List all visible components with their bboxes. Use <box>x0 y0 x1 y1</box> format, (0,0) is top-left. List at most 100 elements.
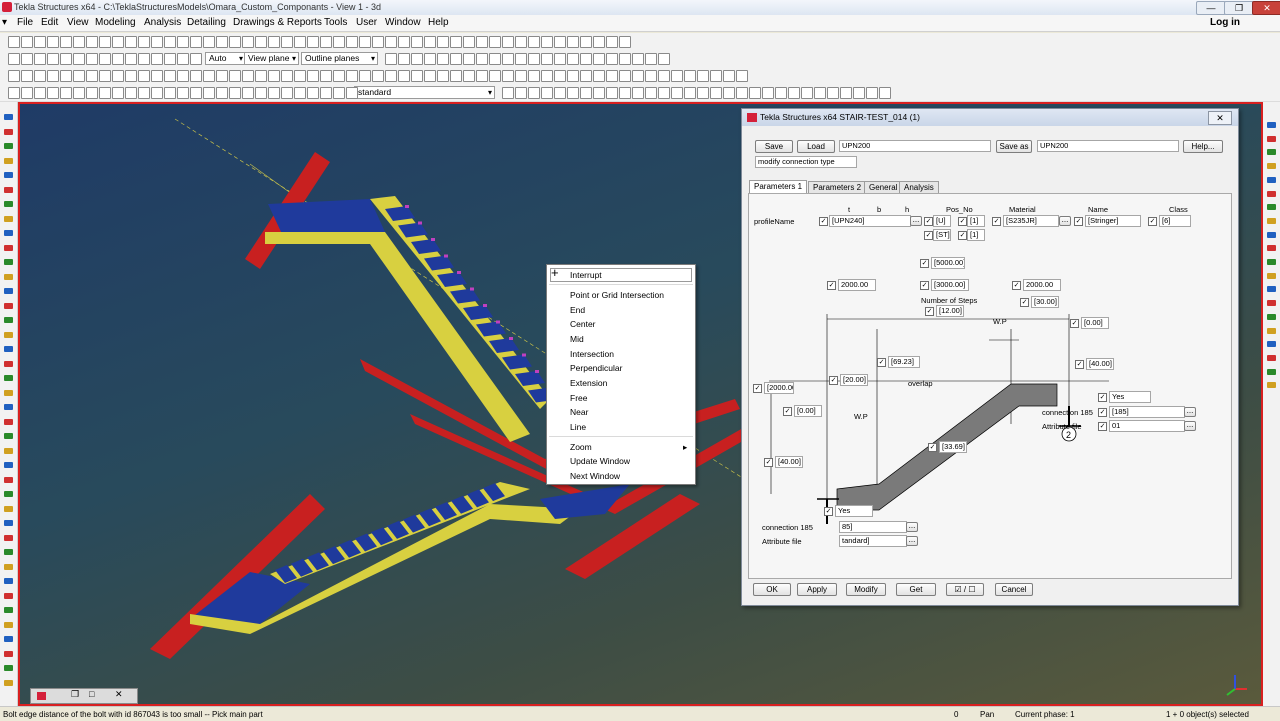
toolbar-tool-icon[interactable] <box>151 53 163 65</box>
toolbar-tool-icon[interactable] <box>632 70 644 82</box>
view-plane-select[interactable]: View plane <box>244 52 299 65</box>
toolbar-tool-icon[interactable] <box>645 53 657 65</box>
toolbar-tool-icon[interactable] <box>567 36 579 48</box>
toggle-checkboxes-button[interactable]: ☑ / ☐ <box>946 583 984 596</box>
save-button[interactable]: Save <box>755 140 793 153</box>
tool-icon[interactable] <box>4 128 13 135</box>
bottom-connection-select[interactable]: Yes <box>835 505 873 517</box>
toolbar-tool-icon[interactable] <box>60 87 72 99</box>
toolbar-tool-icon[interactable] <box>801 87 813 99</box>
get-button[interactable]: Get <box>896 583 936 596</box>
toolbar-tool-icon[interactable] <box>99 53 111 65</box>
toolbar-tool-icon[interactable] <box>151 87 163 99</box>
save-as-field[interactable]: UPN200 <box>1037 140 1179 152</box>
tool-icon[interactable] <box>4 288 13 294</box>
toolbar-tool-icon[interactable] <box>697 70 709 82</box>
toolbar-tool-icon[interactable] <box>307 36 319 48</box>
toolbar-tool-icon[interactable] <box>8 70 20 82</box>
toolbar-tool-icon[interactable] <box>515 87 527 99</box>
tool-icon[interactable] <box>1267 149 1276 156</box>
toolbar-tool-icon[interactable] <box>567 53 579 65</box>
menu-view[interactable]: View <box>67 17 89 28</box>
toolbar-tool-icon[interactable] <box>164 53 176 65</box>
close-window-button[interactable]: ✕ <box>1252 1 1280 15</box>
angle-checkbox[interactable]: ✓ <box>877 358 886 367</box>
tool-icon[interactable] <box>1267 245 1276 252</box>
tool-icon[interactable] <box>4 621 13 628</box>
bottom-connection-checkbox[interactable]: ✓ <box>824 507 833 516</box>
tool-icon[interactable] <box>1267 163 1276 170</box>
context-menu-item-point-or-grid-intersection[interactable]: Point or Grid Intersection <box>570 290 664 300</box>
tab-parameters-1[interactable]: Parameters 1 <box>749 180 808 194</box>
toolbar-tool-icon[interactable] <box>736 70 748 82</box>
tool-icon[interactable] <box>4 592 13 599</box>
toolbar-tool-icon[interactable] <box>489 36 501 48</box>
toolbar-tool-icon[interactable] <box>736 87 748 99</box>
toolbar-tool-icon[interactable] <box>151 36 163 48</box>
top-connection-field[interactable]: [185] <box>1109 406 1185 418</box>
profile-checkbox[interactable]: ✓ <box>819 217 828 226</box>
toolbar-tool-icon[interactable] <box>216 36 228 48</box>
toolbar-tool-icon[interactable] <box>177 87 189 99</box>
top-attribute-browse-button[interactable]: ... <box>1184 421 1196 431</box>
tool-icon[interactable] <box>4 215 13 222</box>
toolbar-tool-icon[interactable] <box>775 87 787 99</box>
toolbar-tool-icon[interactable] <box>541 70 553 82</box>
toolbar-tool-icon[interactable] <box>216 70 228 82</box>
pos-start-checkbox[interactable]: ✓ <box>958 217 967 226</box>
right-length-checkbox[interactable]: ✓ <box>1012 281 1021 290</box>
toolbar-tool-icon[interactable] <box>463 70 475 82</box>
toolbar-tool-icon[interactable] <box>840 87 852 99</box>
tool-icon[interactable] <box>1267 368 1276 375</box>
toolbar-tool-icon[interactable] <box>203 70 215 82</box>
toolbar-tool-icon[interactable] <box>242 70 254 82</box>
context-menu-item-intersection[interactable]: Intersection <box>570 349 614 359</box>
right-length-field[interactable]: 2000.00 <box>1023 279 1061 291</box>
connection-type-select[interactable]: modify connection type <box>755 156 857 168</box>
toolbar-tool-icon[interactable] <box>762 87 774 99</box>
tool-icon[interactable] <box>4 230 13 236</box>
left-distance-field[interactable]: [20.00] <box>840 374 868 386</box>
toolbar-tool-icon[interactable] <box>8 53 20 65</box>
toolbar-tool-icon[interactable] <box>528 53 540 65</box>
toolbar-tool-icon[interactable] <box>411 70 423 82</box>
toolbar-tool-icon[interactable] <box>385 53 397 65</box>
maximize-icon[interactable]: □ <box>89 689 94 699</box>
context-menu-item-perpendicular[interactable]: Perpendicular <box>570 363 622 373</box>
toolbar-tool-icon[interactable] <box>437 53 449 65</box>
pos-prefix-field[interactable]: [U] <box>933 215 951 227</box>
toolbar-tool-icon[interactable] <box>21 87 33 99</box>
toolbar-tool-icon[interactable] <box>229 87 241 99</box>
bottom-offset-checkbox[interactable]: ✓ <box>764 458 773 467</box>
toolbar-tool-icon[interactable] <box>424 36 436 48</box>
tool-icon[interactable] <box>4 549 13 555</box>
left-length-checkbox[interactable]: ✓ <box>827 281 836 290</box>
toolbar-tool-icon[interactable] <box>242 87 254 99</box>
top-offset-checkbox[interactable]: ✓ <box>1070 319 1079 328</box>
toolbar-tool-icon[interactable] <box>333 70 345 82</box>
slope-checkbox[interactable]: ✓ <box>928 443 937 452</box>
toolbar-tool-icon[interactable] <box>437 70 449 82</box>
toolbar-tool-icon[interactable] <box>515 36 527 48</box>
toolbar-tool-icon[interactable] <box>619 36 631 48</box>
toolbar-tool-icon[interactable] <box>255 87 267 99</box>
toolbar-tool-icon[interactable] <box>398 36 410 48</box>
toolbar-tool-icon[interactable] <box>320 87 332 99</box>
toolbar-tool-icon[interactable] <box>99 36 111 48</box>
toolbar-tool-icon[interactable] <box>138 53 150 65</box>
profile-browse-button[interactable]: ... <box>910 216 922 226</box>
tool-icon[interactable] <box>4 578 13 584</box>
name-checkbox[interactable]: ✓ <box>1074 217 1083 226</box>
top-connection-number-checkbox[interactable]: ✓ <box>1098 408 1107 417</box>
toolbar-tool-icon[interactable] <box>411 53 423 65</box>
tool-icon[interactable] <box>4 404 13 410</box>
toolbar-tool-icon[interactable] <box>619 87 631 99</box>
toolbar-tool-icon[interactable] <box>229 70 241 82</box>
toolbar-tool-icon[interactable] <box>8 87 20 99</box>
toolbar-tool-icon[interactable] <box>333 36 345 48</box>
toolbar-tool-icon[interactable] <box>281 70 293 82</box>
assembly-start-field[interactable]: [1] <box>967 229 985 241</box>
toolbar-tool-icon[interactable] <box>268 70 280 82</box>
dialog-close-button[interactable]: ✕ <box>1208 111 1232 125</box>
toolbar-tool-icon[interactable] <box>619 70 631 82</box>
